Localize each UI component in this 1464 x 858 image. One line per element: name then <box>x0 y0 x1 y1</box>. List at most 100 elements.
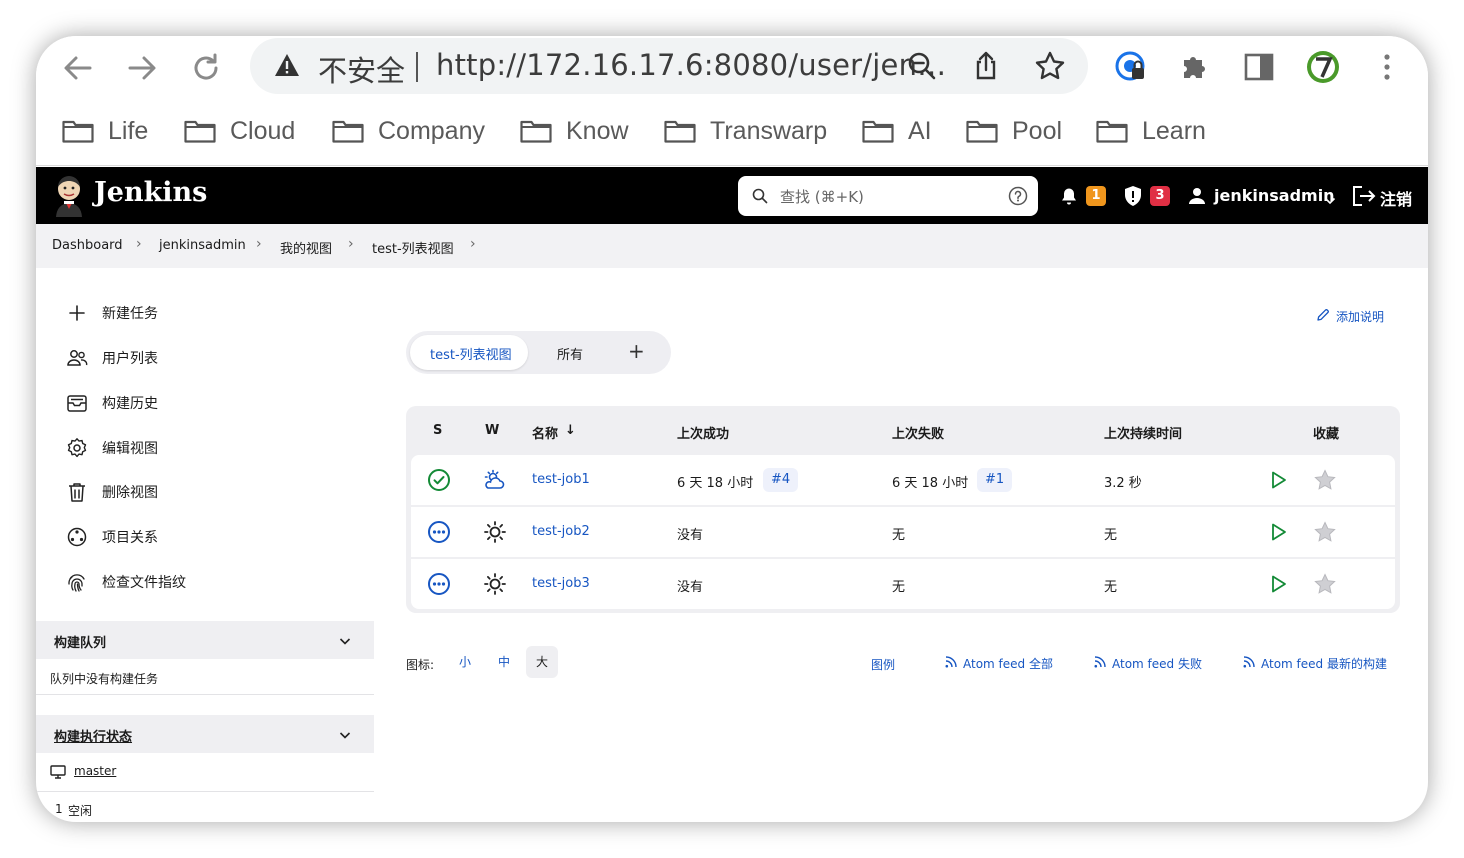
chevron-down-icon[interactable] <box>1324 191 1336 205</box>
atom-feed-latest-link[interactable]: Atom feed 最新的构建 <box>1242 654 1387 673</box>
users-icon <box>66 347 88 369</box>
shield-icon[interactable] <box>1124 185 1142 207</box>
bookmark-folder-pool[interactable]: Pool <box>966 116 1062 146</box>
legend-link[interactable]: 图例 <box>871 656 895 673</box>
column-header-weather[interactable]: W <box>485 423 499 438</box>
atom-feed-all-link[interactable]: Atom feed 全部 <box>944 654 1053 673</box>
star-favorite-icon[interactable] <box>1313 520 1337 544</box>
bookmark-folder-know[interactable]: Know <box>520 116 629 146</box>
tab-all[interactable]: 所有 <box>557 344 583 363</box>
atom-feed-failed-link[interactable]: Atom feed 失败 <box>1093 654 1202 673</box>
bell-icon[interactable] <box>1060 187 1078 205</box>
bookmark-folder-ai[interactable]: AI <box>862 116 932 146</box>
search-input[interactable]: 查找 (⌘+K) <box>738 176 1038 216</box>
help-icon[interactable] <box>1008 186 1028 206</box>
build-queue-panel-header[interactable]: 构建队列 <box>36 621 374 659</box>
security-label[interactable]: 不安全 <box>318 48 405 90</box>
breadcrumb-user[interactable]: jenkinsadmin <box>159 238 246 253</box>
arrow-right-icon[interactable] <box>124 50 160 86</box>
sidebar-item-new-job[interactable]: 新建任务 <box>66 301 158 325</box>
last-success-time: 没有 <box>677 580 704 595</box>
bookmark-label: Pool <box>1012 116 1063 145</box>
warning-icon[interactable] <box>274 52 300 78</box>
search-placeholder: 查找 (⌘+K) <box>780 188 864 206</box>
column-header-favorite: 收藏 <box>1313 427 1340 442</box>
side-panel-icon[interactable] <box>1242 50 1276 84</box>
zoom-out-icon[interactable] <box>906 50 938 82</box>
sidebar-item-users[interactable]: 用户列表 <box>66 346 158 370</box>
jenkins-butler-logo-icon[interactable] <box>52 175 86 217</box>
column-header-last-success[interactable]: 上次成功 <box>677 423 729 442</box>
weather-sunny-icon[interactable] <box>483 572 507 596</box>
chevron-right-icon: › <box>470 236 476 252</box>
icon-size-medium[interactable]: 中 <box>488 646 520 678</box>
user-icon[interactable] <box>1188 187 1206 205</box>
logout-link[interactable]: 注销 <box>1380 186 1412 210</box>
add-description-link[interactable]: 添加说明 <box>1316 307 1384 326</box>
bookmark-folder-transwarp[interactable]: Transwarp <box>664 116 827 146</box>
profile-avatar-icon[interactable] <box>1306 50 1340 84</box>
bookmark-folder-company[interactable]: Company <box>332 116 485 146</box>
sort-arrow-icon[interactable]: ↓ <box>565 423 576 438</box>
star-favorite-icon[interactable] <box>1313 572 1337 596</box>
bookmark-folder-life[interactable]: Life <box>62 116 148 146</box>
last-failure-build-link[interactable]: #1 <box>977 468 1013 492</box>
sidebar-item-fingerprint[interactable]: 检查文件指纹 <box>66 570 186 594</box>
address-bar[interactable]: 不安全 http://172.16.17.6:8080/user/jen… <box>250 38 1088 94</box>
column-header-last-duration[interactable]: 上次持续时间 <box>1104 423 1182 442</box>
star-bookmark-icon[interactable] <box>1034 50 1066 82</box>
last-success-time: 没有 <box>677 528 704 543</box>
logout-icon[interactable] <box>1352 185 1376 207</box>
column-header-last-failure[interactable]: 上次失败 <box>892 423 944 442</box>
more-menu-icon[interactable] <box>1370 50 1404 84</box>
executor-node-link[interactable]: master <box>74 764 116 778</box>
job-link[interactable]: test-job2 <box>532 524 590 539</box>
breadcrumb-view[interactable]: test-列表视图 <box>372 238 454 257</box>
chevron-down-icon[interactable] <box>338 727 352 741</box>
password-manager-icon[interactable] <box>1114 50 1148 84</box>
last-success-build-link[interactable]: #4 <box>763 468 799 492</box>
icon-size-large[interactable]: 大 <box>526 646 558 678</box>
notifications-badge[interactable]: 1 <box>1086 186 1106 206</box>
security-badge[interactable]: 3 <box>1150 186 1170 206</box>
puzzle-extension-icon[interactable] <box>1178 50 1212 84</box>
breadcrumb-dashboard[interactable]: Dashboard <box>52 238 123 253</box>
success-status-icon[interactable] <box>427 468 451 492</box>
sidebar-item-edit-view[interactable]: 编辑视图 <box>66 436 158 460</box>
column-header-name[interactable]: 名称 <box>532 423 558 442</box>
weather-sunny-icon[interactable] <box>483 520 507 544</box>
play-build-icon[interactable] <box>1266 468 1290 492</box>
weather-cloudy-icon[interactable] <box>483 468 507 492</box>
arrow-left-icon[interactable] <box>60 50 96 86</box>
tab-label-active[interactable]: test-列表视图 <box>430 344 512 363</box>
divider <box>416 52 418 82</box>
folder-icon <box>966 119 998 143</box>
play-build-icon[interactable] <box>1266 572 1290 596</box>
chevron-down-icon[interactable] <box>338 633 352 647</box>
add-tab-button[interactable]: + <box>628 339 645 363</box>
bookmark-folder-learn[interactable]: Learn <box>1096 116 1206 146</box>
reload-icon[interactable] <box>188 50 224 86</box>
job-link[interactable]: test-job1 <box>532 472 590 487</box>
sidebar-item-project-relationship[interactable]: 项目关系 <box>66 525 158 549</box>
sidebar-item-build-history[interactable]: 构建历史 <box>66 391 158 415</box>
play-build-icon[interactable] <box>1266 520 1290 544</box>
browser-window: 不安全 http://172.16.17.6:8080/user/jen… Li… <box>36 36 1428 822</box>
bookmark-folder-cloud[interactable]: Cloud <box>184 116 295 146</box>
breadcrumb-my-views[interactable]: 我的视图 <box>280 238 332 257</box>
job-link[interactable]: test-job3 <box>532 576 590 591</box>
table-row: test-job1 6 天 18 小时 #4 6 天 18 小时 #1 3.2 … <box>411 455 1395 505</box>
not-built-status-icon[interactable] <box>427 520 451 544</box>
star-favorite-icon[interactable] <box>1313 468 1337 492</box>
not-built-status-icon[interactable] <box>427 572 451 596</box>
url-text[interactable]: http://172.16.17.6:8080/user/jen… <box>436 48 946 82</box>
executor-panel-header[interactable]: 构建执行状态 <box>36 715 374 753</box>
sidebar-item-delete-view[interactable]: 删除视图 <box>66 480 158 504</box>
executor-title[interactable]: 构建执行状态 <box>54 726 132 745</box>
divider <box>36 791 374 792</box>
jenkins-brand[interactable]: Jenkins <box>94 177 207 208</box>
column-header-status[interactable]: S <box>433 423 442 438</box>
icon-size-small[interactable]: 小 <box>449 646 481 678</box>
username-menu[interactable]: jenkinsadmin <box>1214 186 1335 205</box>
share-icon[interactable] <box>970 50 1002 82</box>
